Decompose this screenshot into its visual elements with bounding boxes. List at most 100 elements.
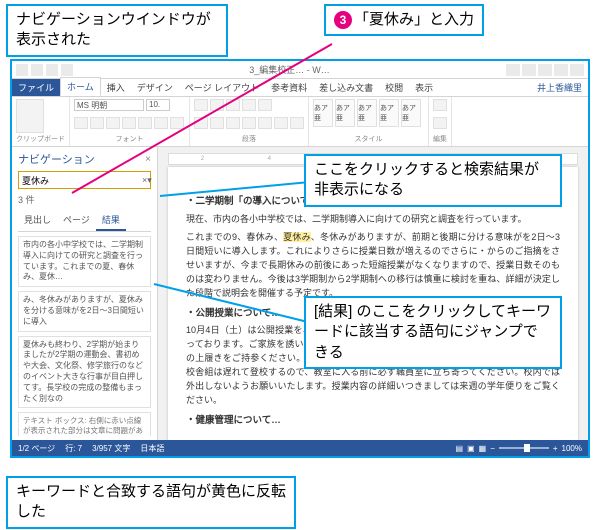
group-label: 段落 [194,134,304,144]
doc-para: 現在、市内の各小中学校では、二学期制導入に向けての研究と調査を行っています。 [186,213,560,227]
indent-dec-button[interactable] [242,99,256,111]
ribbon-options-icon[interactable] [522,64,536,76]
navtab-results[interactable]: 結果 [96,210,126,231]
sup-button[interactable] [154,117,168,129]
annotation-text: [結果] のここをクリックしてキーワードに該当する語句にジャンプできる [314,303,551,361]
annotation-text: ここをクリックすると検索結果が非表示になる [314,161,539,198]
group-label: クリップボード [16,134,65,144]
tab-layout[interactable]: ページ レイアウト [179,79,265,96]
annotation-text: キーワードと合致する語句が黄色に反転した [16,483,286,520]
window-controls [502,64,588,76]
result-count: 3 件 [18,193,151,206]
word-icon [16,64,28,76]
signin-name[interactable]: 井上香織里 [531,79,588,96]
zoom-percent[interactable]: 100% [562,444,582,453]
style-normal[interactable]: あア亜 [313,99,333,127]
highlighted-keyword: 夏休み [283,232,311,242]
zoom-slider[interactable] [499,447,549,449]
status-line[interactable]: 行: 7 [65,443,82,454]
justify-button[interactable] [242,117,256,129]
group-label: フォント [74,134,185,144]
tab-design[interactable]: デザイン [131,79,179,96]
doc-heading-3: ・健康管理について… [186,414,560,429]
style-h1[interactable]: あア亜 [357,99,377,127]
tab-file[interactable]: ファイル [12,79,60,96]
status-wordcount[interactable]: 3/957 文字 [92,443,130,454]
annotation-input-keyword: 3「夏休み」と入力 [324,4,484,36]
status-page[interactable]: 1/2 ページ [18,443,55,454]
tab-mailings[interactable]: 差し込み文書 [313,79,379,96]
style-nospace[interactable]: あア亜 [335,99,355,127]
quick-access-toolbar[interactable] [12,64,77,76]
find-button[interactable] [433,99,447,111]
group-editing: 編集 [429,97,452,146]
redo-icon[interactable] [61,64,73,76]
status-language[interactable]: 日本語 [140,443,164,454]
minimize-icon[interactable] [538,64,552,76]
bold-button[interactable] [74,117,88,129]
shading-button[interactable] [274,117,288,129]
search-dropdown-icon[interactable]: ▾ [147,175,152,186]
style-h3[interactable]: あア亜 [401,99,421,127]
font-size-select[interactable]: 10. [146,99,170,111]
ribbon-tabs: ファイル ホーム 挿入 デザイン ページ レイアウト 参考資料 差し込み文書 校… [12,79,588,97]
maximize-icon[interactable] [554,64,568,76]
list-item[interactable]: 市内の各小中学校では、二学期制導入に向けての研究と調査を行っています。これまでの… [18,236,151,287]
group-font: MS 明朝 10. フォント [70,97,190,146]
replace-button[interactable] [433,117,447,129]
indent-inc-button[interactable] [258,99,272,111]
result-text: テキスト ボックス: 右側に赤い点線が表示された部分は文章に問題がある箇所です。 [23,416,143,436]
line-spacing-button[interactable] [258,117,272,129]
paste-button[interactable] [16,99,44,133]
tab-home[interactable]: ホーム [60,77,101,96]
navtab-pages[interactable]: ページ [57,210,96,231]
list-item[interactable]: 夏休みも終わり、2学期が始まりましたが2学期の運動会、書初めや大会、文化祭、修学… [18,336,151,409]
tab-review[interactable]: 校閲 [379,79,409,96]
view-web-icon[interactable]: ▦ [479,444,487,453]
result-text: み、冬休みがありますが、夏休みを分ける意味がを2日〜3日間短いに導入 [23,295,144,326]
font-color-button[interactable] [170,117,184,129]
sub-button[interactable] [138,117,152,129]
help-icon[interactable] [506,64,520,76]
tab-view[interactable]: 表示 [409,79,439,96]
font-name-select[interactable]: MS 明朝 [74,99,144,111]
italic-button[interactable] [90,117,104,129]
list-item[interactable]: テキスト ボックス: 右側に赤い点線が表示された部分は文章に問題がある箇所です。 [18,412,151,436]
nav-title: ナビゲーション × [18,151,151,167]
zoom-in-icon[interactable]: + [553,444,558,453]
zoom-out-icon[interactable]: − [490,444,495,453]
strike-button[interactable] [122,117,136,129]
nav-tabs: 見出し ページ 結果 [18,210,151,232]
style-h2[interactable]: あア亜 [379,99,399,127]
list-item[interactable]: み、冬休みがありますが、夏休みを分ける意味がを2日〜3日間短いに導入 [18,291,151,331]
bullets-button[interactable] [194,99,208,111]
tab-insert[interactable]: 挿入 [101,79,131,96]
navtab-headings[interactable]: 見出し [18,210,57,231]
align-left-button[interactable] [194,117,208,129]
navigation-pane: ナビゲーション × × ▾ 3 件 見出し ページ 結果 市内の各小中学校では、… [12,147,158,440]
align-center-button[interactable] [210,117,224,129]
status-bar: 1/2 ページ 行: 7 3/957 文字 日本語 ▤ ▣ ▦ − + 100% [12,440,588,456]
close-icon[interactable] [570,64,584,76]
underline-button[interactable] [106,117,120,129]
group-label: 編集 [433,134,447,144]
annotation-highlight: キーワードと合致する語句が黄色に反転した [6,476,296,529]
align-right-button[interactable] [226,117,240,129]
annotation-nav-shown: ナビゲーションウインドウが表示された [6,4,228,57]
result-text: 夏休みも終わり、2学期が始まりましたが2学期の運動会、書初めや大会、文化祭、修学… [23,340,143,403]
step-badge-3: 3 [334,11,352,29]
nav-search: × ▾ [18,171,151,189]
zoom-controls: ▤ ▣ ▦ − + 100% [456,444,583,453]
undo-icon[interactable] [46,64,58,76]
nav-close-icon[interactable]: × [145,154,151,165]
search-input[interactable] [19,175,142,185]
multilevel-button[interactable] [226,99,240,111]
save-icon[interactable] [31,64,43,76]
text: これまでの9、春休み、 [186,232,283,242]
numbering-button[interactable] [210,99,224,111]
nav-title-text: ナビゲーション [18,151,95,167]
view-read-icon[interactable]: ▣ [467,444,475,453]
view-print-icon[interactable]: ▤ [456,444,464,453]
borders-button[interactable] [290,117,304,129]
tab-references[interactable]: 参考資料 [265,79,313,96]
